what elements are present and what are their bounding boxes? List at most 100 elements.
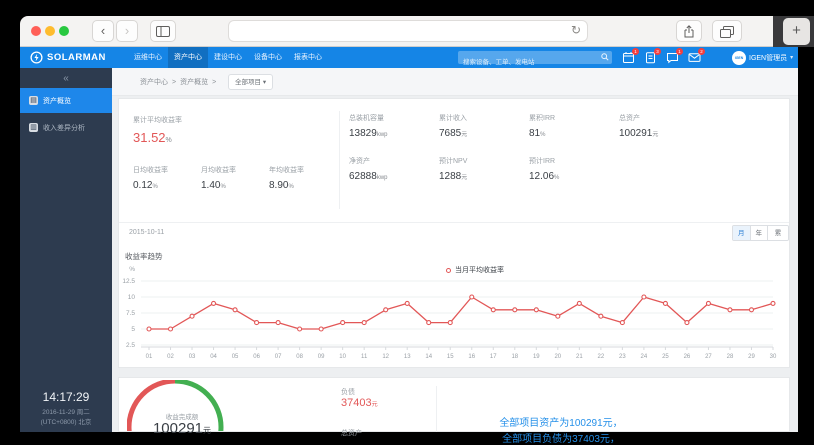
chevron-down-icon: ▾ — [262, 79, 267, 86]
svg-text:23: 23 — [619, 354, 626, 360]
window-edge-strip: + — [773, 16, 814, 47]
sidebar-collapse-button[interactable]: « — [20, 73, 112, 84]
primary-stat-number: 31.52 — [133, 130, 166, 145]
clock-time: 14:17:29 — [42, 390, 90, 404]
url-field[interactable]: ↻ — [228, 20, 588, 42]
stat-value: 100291 — [619, 128, 653, 139]
new-tab-button[interactable]: + — [783, 18, 810, 45]
minimize-window-button[interactable] — [45, 26, 55, 36]
back-button[interactable]: ‹ — [92, 20, 114, 42]
sidebar-item-asset-overview[interactable]: ▤ 资产概览 — [20, 88, 112, 113]
stat-unit: % — [288, 184, 294, 190]
stat-label: 预计IRR — [529, 158, 556, 165]
search-icon[interactable] — [601, 53, 609, 61]
stat-label: 年均收益率 — [269, 167, 304, 174]
user-menu[interactable]: IGEN IGEN管理员 ▾ — [732, 50, 793, 65]
sidebar-item-income-variance[interactable]: ▥ 收入差异分析 — [20, 115, 112, 140]
zoom-window-button[interactable] — [59, 26, 69, 36]
stat-value: 7685 — [439, 128, 462, 139]
svg-text:7.5: 7.5 — [126, 310, 135, 317]
svg-text:20: 20 — [554, 354, 561, 360]
svg-text:27: 27 — [705, 354, 712, 360]
divider — [119, 222, 789, 223]
nav-item-operation[interactable]: 运维中心 — [128, 47, 168, 68]
stat-unit: kwp — [376, 132, 388, 138]
stat-value: 13829 — [349, 128, 377, 139]
stat-label: 月均收益率 — [201, 167, 236, 174]
nav-item-device[interactable]: 设备中心 — [248, 47, 288, 68]
workorder-badge: 3 — [654, 48, 661, 55]
breadcrumb-separator: > — [212, 78, 217, 86]
sidebar-toggle-icon — [156, 26, 170, 37]
svg-text:25: 25 — [662, 354, 669, 360]
stat-yearly-yield: 年均收益率 8.90% — [269, 165, 337, 191]
schedule-notification-button[interactable]: 1 — [622, 48, 639, 64]
stat-unit: % — [554, 175, 560, 181]
tab-overview-button[interactable] — [712, 20, 742, 42]
stat-value: 62888 — [349, 171, 377, 182]
reload-icon[interactable]: ↻ — [571, 23, 581, 37]
stat-label: 累计收入 — [439, 115, 467, 122]
stat-value: 1.40 — [201, 180, 221, 191]
svg-text:10: 10 — [339, 354, 346, 360]
project-filter-dropdown[interactable]: 全部项目 ▾ — [228, 74, 274, 90]
date-picker[interactable]: 2015-10-11 — [129, 229, 164, 236]
tab-month[interactable]: 月 — [733, 226, 750, 240]
browser-titlebar: ‹ › ↻ — [20, 16, 773, 47]
sub-stats-row: 日均收益率 0.12% 月均收益率 1.40% 年均收益率 8.90% — [133, 165, 337, 191]
stat-cumulative-irr: 累积IRR 81% — [529, 113, 619, 139]
sidebar-toggle-button[interactable] — [150, 20, 176, 42]
workorder-notification-button[interactable]: 3 — [644, 48, 661, 64]
svg-text:5: 5 — [131, 326, 135, 333]
svg-text:16: 16 — [468, 354, 475, 360]
asset-overview-icon: ▤ — [29, 96, 38, 105]
breadcrumb-separator: > — [172, 78, 177, 86]
nav-item-construction[interactable]: 建设中心 — [208, 47, 248, 68]
page-content: SOLARMAN 运维中心 资产中心 建设中心 设备中心 报表中心 1 — [20, 47, 798, 445]
svg-text:11: 11 — [361, 354, 368, 360]
stat-unit: % — [152, 184, 158, 190]
forward-button[interactable]: › — [116, 20, 138, 42]
message-notification-button[interactable]: 1 — [666, 48, 683, 64]
brand-name: SOLARMAN — [47, 52, 106, 63]
message-badge: 1 — [676, 48, 683, 55]
svg-text:17: 17 — [490, 354, 497, 360]
liability-value: 37403元 — [341, 397, 378, 409]
divider — [436, 386, 437, 432]
stat-value: 81 — [529, 128, 541, 139]
stats-chart-panel: 累计平均收益率 31.52% 日均收益率 0.12% 月均收益率 1.40% 年… — [118, 98, 790, 368]
svg-text:12.5: 12.5 — [122, 278, 135, 285]
stat-value: 1288 — [439, 171, 462, 182]
mail-notification-button[interactable]: 2 — [688, 48, 705, 64]
stat-unit: 元 — [461, 175, 468, 181]
share-button[interactable] — [676, 20, 702, 42]
donut-unit: 元 — [203, 426, 212, 435]
close-window-button[interactable] — [31, 26, 41, 36]
svg-text:13: 13 — [404, 354, 411, 360]
global-search — [458, 51, 612, 69]
svg-text:%: % — [129, 266, 135, 273]
summary-text-line2: 全部项目负债为37403元， — [502, 434, 620, 445]
svg-text:18: 18 — [511, 354, 518, 360]
stat-label: 总装机容量 — [349, 115, 384, 122]
stat-label: 预计NPV — [439, 158, 468, 165]
breadcrumb: 资产中心 > 资产概览 > — [140, 68, 216, 96]
breadcrumb-asset-center[interactable]: 资产中心 — [140, 77, 168, 87]
svg-text:26: 26 — [684, 354, 691, 360]
liability-unit: 元 — [371, 402, 378, 408]
project-filter-label: 全部项目 — [235, 79, 261, 86]
nav-item-asset[interactable]: 资产中心 — [168, 47, 208, 68]
liability-number: 37403 — [341, 397, 372, 409]
summary-panel: 收益完成额 100291元 负债 37403元 总资产 全部项目资产为10029… — [118, 377, 790, 445]
tab-year[interactable]: 年 — [749, 226, 767, 240]
svg-text:19: 19 — [533, 354, 540, 360]
period-tab-group: 月 年 累计 — [732, 225, 789, 241]
nav-item-report[interactable]: 报表中心 — [288, 47, 328, 68]
tab-cumulative[interactable]: 累计 — [767, 226, 788, 240]
stat-label: 累积IRR — [529, 115, 556, 122]
breadcrumb-asset-overview[interactable]: 资产概览 — [180, 77, 208, 87]
stat-total-assets: 总资产 100291元 — [619, 113, 709, 139]
stat-label: 净资产 — [349, 158, 370, 165]
brand-logo[interactable]: SOLARMAN — [30, 47, 106, 68]
stat-unit: % — [220, 184, 226, 190]
